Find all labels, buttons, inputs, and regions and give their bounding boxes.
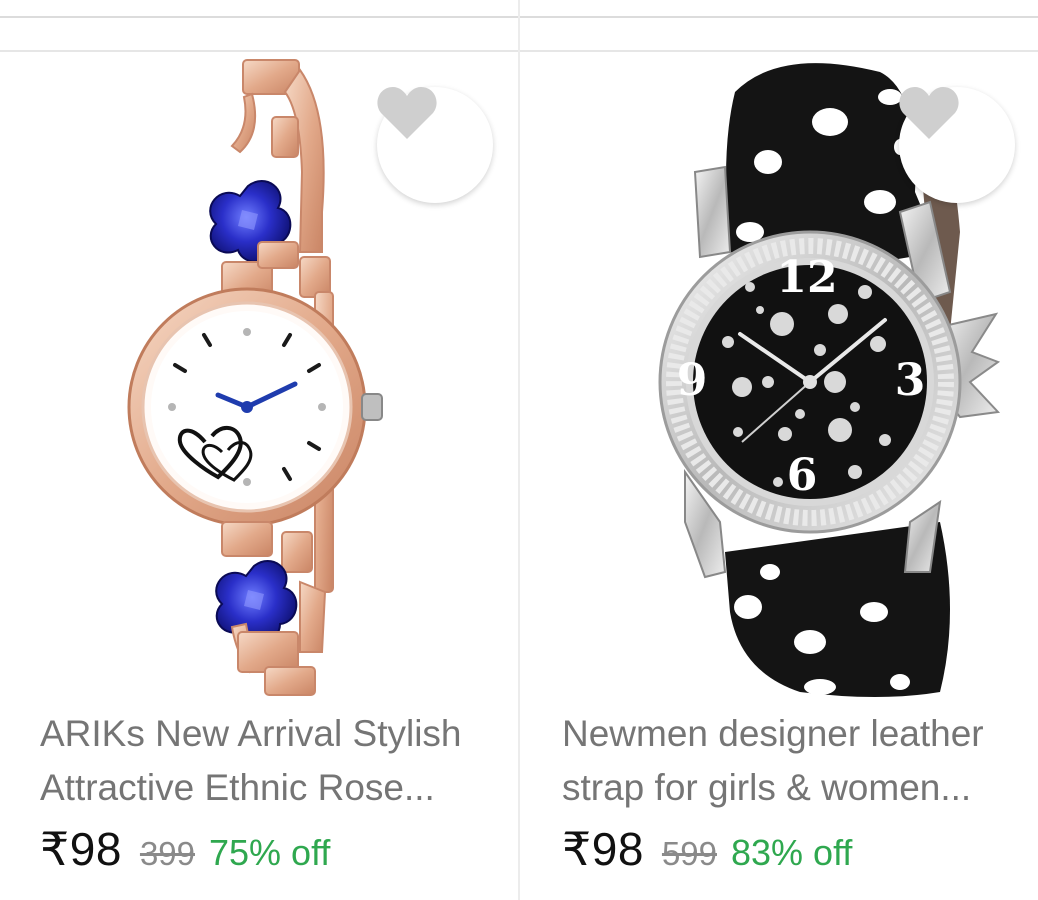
price-row-1: ₹98 399 75% off xyxy=(40,822,330,878)
dial-numeral-3: 3 xyxy=(895,355,926,406)
wishlist-button-2[interactable] xyxy=(899,87,1015,203)
product-card-1[interactable]: ARIKs New Arrival Stylish Attractive Eth… xyxy=(0,52,518,900)
product-card-2[interactable]: 12 3 6 9 Newmen designer leather strap f… xyxy=(520,52,1038,900)
product-title-2[interactable]: Newmen designer leather strap for girls … xyxy=(562,707,1022,815)
original-price: 599 xyxy=(661,835,717,872)
discount-label: 83% off xyxy=(731,832,853,873)
wishlist-button-1[interactable] xyxy=(377,87,493,203)
product-image-2[interactable]: 12 3 6 9 xyxy=(520,52,1038,702)
discount-label: 75% off xyxy=(209,832,331,873)
selling-price: ₹98 xyxy=(562,823,644,875)
product-title-line-2: Attractive Ethnic Rose... xyxy=(40,767,435,808)
original-price: 399 xyxy=(139,835,195,872)
product-title-line-1: ARIKs New Arrival Stylish xyxy=(40,713,462,754)
heart-icon xyxy=(899,87,959,139)
dial-numeral-6: 6 xyxy=(787,450,818,501)
dial-numeral-9: 9 xyxy=(677,355,708,406)
product-title-1[interactable]: ARIKs New Arrival Stylish Attractive Eth… xyxy=(40,707,500,815)
product-title-line-2: strap for girls & women... xyxy=(562,767,972,808)
product-title-line-1: Newmen designer leather xyxy=(562,713,984,754)
heart-icon xyxy=(377,87,437,139)
price-row-2: ₹98 599 83% off xyxy=(562,822,852,878)
product-image-1[interactable] xyxy=(0,52,518,702)
selling-price: ₹98 xyxy=(40,823,122,875)
dial-numeral-12: 12 xyxy=(776,252,837,303)
